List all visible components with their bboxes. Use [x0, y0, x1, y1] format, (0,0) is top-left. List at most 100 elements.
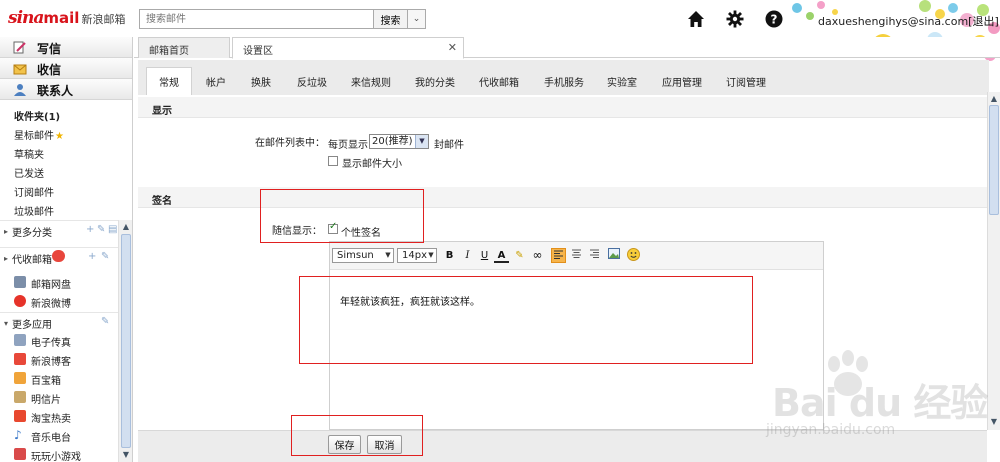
align-left-icon[interactable] [551, 248, 566, 263]
expand-arrow-icon: ▸ [4, 227, 9, 236]
search-input[interactable] [139, 9, 374, 29]
add-proxy-icon[interactable]: + [88, 251, 96, 262]
contacts-button[interactable]: 联系人 [0, 79, 132, 100]
personal-signature-checkbox[interactable] [328, 221, 338, 234]
link-icon[interactable]: ∞ [530, 248, 545, 263]
more-apps-section[interactable]: ▾ 更多应用 ✎ [0, 312, 118, 331]
logout-link[interactable]: [退出] [968, 15, 999, 28]
editor-toolbar: Simsun ▼ 14px ▼ B I U A ✎ ∞ [330, 242, 823, 270]
folder-starred[interactable]: 星标邮件★ [14, 127, 64, 142]
app-treasure-box-label: 百宝箱 [31, 376, 61, 387]
more-folders-section[interactable]: ▸ 更多分类 + ✎ ▤ [0, 220, 118, 239]
emoticon-icon[interactable] [626, 248, 641, 263]
tab-mail-home[interactable]: 邮箱首页 [138, 37, 230, 58]
compose-icon [13, 41, 26, 54]
fax-icon [14, 334, 26, 346]
save-button[interactable]: 保存 [328, 435, 361, 454]
music-note-icon: ♪ [14, 428, 22, 442]
scroll-down-icon[interactable]: ▼ [120, 449, 132, 461]
scroll-up-icon[interactable]: ▲ [988, 93, 1000, 105]
highlight-icon[interactable]: ✎ [512, 248, 527, 263]
star-icon: ★ [55, 131, 64, 142]
settings-tab-proxy[interactable]: 代收邮箱 [479, 74, 519, 89]
postcard-icon [14, 391, 26, 403]
align-center-icon[interactable] [569, 248, 584, 263]
gear-icon[interactable] [726, 10, 744, 28]
expand-arrow-icon: ▸ [4, 254, 9, 263]
help-icon[interactable]: ? [765, 10, 783, 28]
settings-content: 显示 在邮件列表中： 每页显示 20(推荐) ▼ 封邮件 显示邮件大小 签名 随… [138, 95, 987, 430]
document-tabs: 邮箱首页 设置区 ✕ [134, 37, 1000, 59]
svg-text:?: ? [771, 12, 778, 26]
sina-mail-logo[interactable]: sinamail 新浪邮箱 [8, 8, 125, 30]
proxy-mail-section[interactable]: ▸ 代收邮箱 + ✎ [0, 247, 118, 266]
settings-tab-lab[interactable]: 实验室 [607, 74, 637, 89]
settings-tab-account[interactable]: 帐户 [206, 74, 226, 89]
app-efax-label: 电子传真 [31, 338, 71, 349]
settings-tab-antispam[interactable]: 反垃圾 [297, 74, 327, 89]
display-section-header: 显示 [138, 97, 987, 118]
italic-icon[interactable]: I [460, 248, 475, 263]
search-button[interactable]: 搜索 [373, 9, 408, 29]
signature-editor: Simsun ▼ 14px ▼ B I U A ✎ ∞ 年轻就该疯狂，疯狂就该这… [329, 241, 824, 430]
bold-icon[interactable]: B [442, 248, 457, 263]
signature-text[interactable]: 年轻就该疯狂，疯狂就该这样。 [340, 293, 480, 308]
close-icon[interactable]: ✕ [448, 41, 457, 54]
chevron-down-icon: ▼ [385, 251, 391, 259]
font-family-select[interactable]: Simsun ▼ [332, 248, 394, 263]
home-icon[interactable] [687, 10, 705, 28]
align-right-icon[interactable] [587, 248, 602, 263]
contacts-icon [14, 84, 26, 96]
insert-image-icon[interactable] [606, 248, 621, 263]
settings-tab-mobile[interactable]: 手机服务 [544, 74, 584, 89]
show-size-checkbox[interactable] [328, 156, 338, 166]
app-blog-label: 新浪博客 [31, 357, 71, 368]
font-size-select[interactable]: 14px ▼ [397, 248, 437, 263]
tab-settings[interactable]: 设置区 ✕ [232, 37, 464, 59]
signature-section-header: 签名 [138, 187, 987, 208]
sidebar-scroll-thumb[interactable] [121, 234, 131, 448]
chevron-down-icon: ▼ [428, 251, 434, 259]
mail-disk-icon [14, 276, 26, 288]
collapse-arrow-icon: ▾ [4, 319, 9, 328]
sidebar: 写信 收信 联系人 收件夹(1) 星标邮件★ 草稿夹 已发送 订阅邮件 垃圾邮件… [0, 37, 133, 462]
scroll-up-icon[interactable]: ▲ [120, 221, 132, 233]
settings-tab-rules[interactable]: 来信规则 [351, 74, 391, 89]
content-scrollbar[interactable]: ▲ ▼ [987, 92, 1000, 430]
contacts-label: 联系人 [37, 84, 74, 98]
cancel-button[interactable]: 取消 [367, 435, 402, 454]
font-color-icon[interactable]: A [494, 248, 509, 263]
per-page-select[interactable]: 20(推荐) ▼ [369, 134, 429, 149]
manage-folder-icon[interactable]: ▤ [108, 224, 117, 235]
logo-mail: mail [43, 9, 80, 27]
scroll-down-icon[interactable]: ▼ [988, 416, 1000, 428]
folder-subscriptions[interactable]: 订阅邮件 [14, 184, 54, 199]
sidebar-scrollbar[interactable]: ▲ ▼ [118, 220, 132, 462]
edit-proxy-icon[interactable]: ✎ [101, 251, 109, 262]
settings-tab-folders[interactable]: 我的分类 [415, 74, 455, 89]
settings-tab-subscriptions[interactable]: 订阅管理 [726, 74, 766, 89]
settings-tab-skin[interactable]: 换肤 [251, 74, 271, 89]
search-dropdown-toggle[interactable]: ⌄ [407, 9, 426, 29]
compose-button[interactable]: 写信 [0, 37, 132, 58]
settings-tab-apps[interactable]: 应用管理 [662, 74, 702, 89]
folder-sent[interactable]: 已发送 [14, 165, 44, 180]
add-folder-icon[interactable]: + [86, 224, 94, 235]
logo-cn: 新浪邮箱 [81, 13, 126, 26]
edit-apps-icon[interactable]: ✎ [101, 316, 109, 327]
folder-drafts[interactable]: 草稿夹 [14, 146, 44, 161]
receive-button[interactable]: 收信 [0, 58, 132, 79]
tab-mail-home-label: 邮箱首页 [149, 46, 189, 57]
per-page-suffix: 封邮件 [434, 140, 464, 151]
underline-icon[interactable]: U [477, 248, 492, 263]
folder-spam[interactable]: 垃圾邮件 [14, 203, 54, 218]
edit-folder-icon[interactable]: ✎ [97, 224, 105, 235]
settings-tabs: 常规 帐户 换肤 反垃圾 来信规则 我的分类 代收邮箱 手机服务 实验室 应用管… [138, 60, 989, 95]
settings-tab-general[interactable]: 常规 [146, 67, 192, 95]
user-area: daxueshengihys@sina.com[退出] [818, 13, 999, 29]
per-page-prefix: 每页显示 [328, 140, 368, 151]
content-scroll-thumb[interactable] [989, 105, 999, 215]
per-page-value: 20(推荐) [372, 136, 413, 147]
folder-inbox[interactable]: 收件夹(1) [14, 108, 60, 123]
mail-list-label: 在邮件列表中： [255, 138, 325, 149]
